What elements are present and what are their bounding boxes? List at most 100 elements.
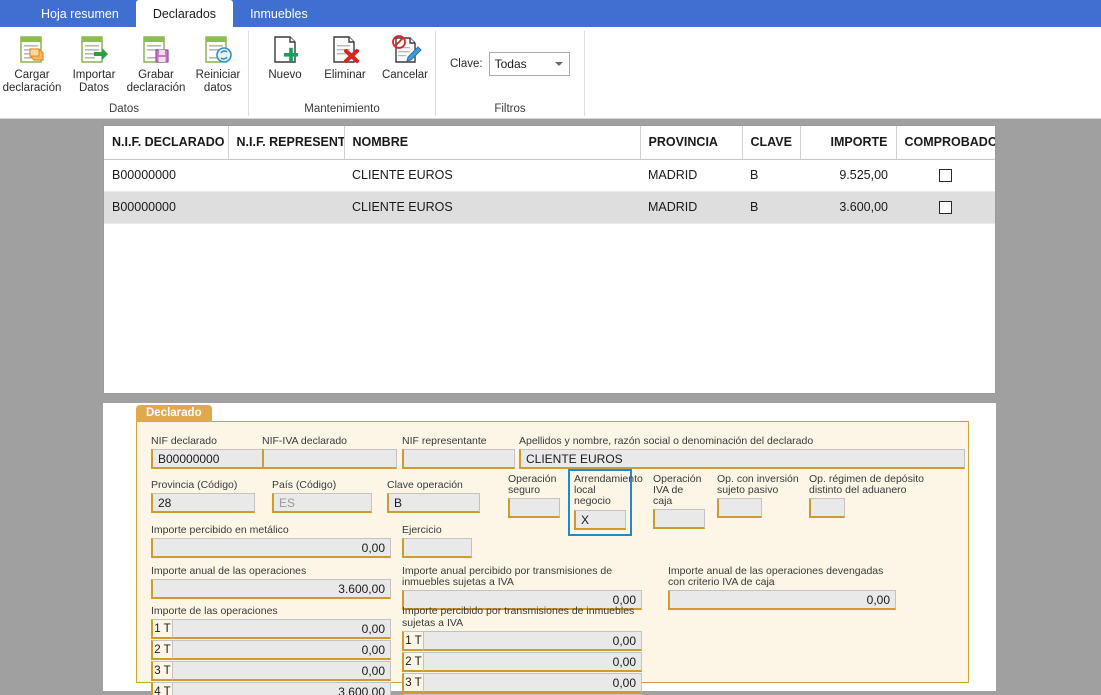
nuevo-label: Nuevo (268, 69, 302, 81)
cancelar-label: Cancelar (381, 69, 429, 81)
cargar-declaracion-button[interactable]: Cargar declaración (0, 31, 64, 95)
ribbon-toolbar: Cargar declaración Importar Datos Grabar… (0, 27, 1101, 119)
column-header-clave[interactable]: CLAVE (742, 126, 801, 160)
operacion-seguro-label: Operación seguro (508, 473, 557, 496)
quarter-row[interactable]: 4 T 3.600,00 (151, 682, 391, 695)
tab-inmuebles[interactable]: Inmuebles (233, 0, 325, 27)
nif-representante-field[interactable]: NIF representante (402, 436, 515, 469)
apellidos-field[interactable]: Apellidos y nombre, razón social o denom… (519, 436, 965, 469)
pais-input[interactable]: ES (272, 493, 372, 513)
nif-representante-input[interactable] (402, 449, 515, 469)
clave-filter-select[interactable]: Todas (488, 51, 570, 76)
ribbon-group-mantenimiento-title: Mantenimiento (304, 103, 380, 115)
cancelar-button[interactable]: Cancelar (375, 31, 435, 82)
apellidos-label: Apellidos y nombre, razón social o denom… (519, 435, 814, 447)
quarter-input[interactable]: 3.600,00 (173, 682, 391, 695)
ribbon-group-datos-title: Datos (108, 103, 140, 115)
new-document-icon (268, 33, 302, 67)
column-header-importe[interactable]: IMPORTE (800, 126, 897, 160)
quarter-row[interactable]: 3 T 0,00 (402, 673, 642, 693)
tab-label: Inmuebles (250, 6, 308, 21)
clave-operacion-field[interactable]: Clave operación B (387, 480, 480, 513)
cargar-declaracion-label: Cargar declaración (2, 69, 62, 94)
comprobado-checkbox[interactable] (939, 201, 952, 215)
operacion-iva-caja-label: Operación IVA de caja (653, 473, 702, 507)
apellidos-input[interactable]: CLIENTE EUROS (519, 449, 965, 469)
ejercicio-input[interactable] (402, 538, 472, 558)
cell-clave: B (742, 159, 800, 192)
column-header-comprobado[interactable]: COMPROBADO (896, 126, 995, 160)
nif-iva-declarado-field[interactable]: NIF-IVA declarado (262, 436, 397, 469)
nif-iva-declarado-label: NIF-IVA declarado (262, 435, 348, 447)
cell-importe: 3.600,00 (800, 191, 896, 224)
op-inversion-sujeto-pasivo-field[interactable]: Op. con inversión sujeto pasivo (717, 474, 803, 518)
importe-anual-operaciones-field[interactable]: Importe anual de las operaciones 3.600,0… (151, 566, 391, 599)
quarter-input[interactable]: 0,00 (173, 661, 391, 681)
quarter-input[interactable]: 0,00 (424, 673, 642, 693)
quarter-row[interactable]: 3 T 0,00 (151, 661, 391, 681)
importe-metalico-input[interactable]: 0,00 (151, 538, 391, 558)
operacion-seguro-input[interactable] (508, 498, 560, 518)
quarter-row[interactable]: 1 T 0,00 (151, 619, 391, 639)
quarter-input[interactable]: 0,00 (424, 652, 642, 672)
nuevo-button[interactable]: Nuevo (255, 31, 315, 82)
op-regimen-deposito-input[interactable] (809, 498, 845, 518)
nif-iva-declarado-input[interactable] (262, 449, 397, 469)
importar-datos-button[interactable]: Importar Datos (64, 31, 124, 95)
importe-metalico-field[interactable]: Importe percibido en metálico 0,00 (151, 525, 391, 558)
column-header-nif-declarado[interactable]: N.I.F. DECLARADO (104, 126, 229, 160)
pais-field[interactable]: País (Código) ES (272, 480, 372, 513)
delete-document-icon (328, 33, 362, 67)
importe-transmisiones-group: Importe percibido por transmisiones de i… (402, 605, 642, 695)
importe-anual-operaciones-input[interactable]: 3.600,00 (151, 579, 391, 599)
comprobado-checkbox[interactable] (939, 169, 952, 183)
clave-operacion-input[interactable]: B (387, 493, 480, 513)
tab-declarados[interactable]: Declarados (135, 0, 234, 27)
quarter-row[interactable]: 1 T 0,00 (402, 631, 642, 651)
importar-datos-label: Importar Datos (72, 69, 116, 94)
quarter-input[interactable]: 0,00 (173, 640, 391, 660)
op-inversion-sujeto-pasivo-input[interactable] (717, 498, 762, 518)
nif-declarado-label: NIF declarado (151, 435, 217, 447)
provincia-label: Provincia (Código) (151, 479, 238, 491)
chevron-down-icon (555, 61, 563, 66)
column-header-nombre[interactable]: NOMBRE (344, 126, 641, 160)
workspace: N.I.F. DECLARADO N.I.F. REPRESENTA... NO… (0, 119, 1101, 695)
clave-filter-value: Todas (494, 56, 527, 71)
importe-anual-criterio-caja-input[interactable]: 0,00 (668, 590, 896, 610)
grabar-declaracion-button[interactable]: Grabar declaración (124, 31, 188, 95)
column-header-provincia[interactable]: PROVINCIA (640, 126, 743, 160)
nif-declarado-field[interactable]: NIF declarado B00000000 (151, 436, 263, 469)
reiniciar-datos-button[interactable]: Reiniciar datos (188, 31, 248, 95)
cell-nif-declarado: B00000000 (104, 191, 228, 224)
ribbon-group-filtros-title: Filtros (494, 103, 526, 115)
arrendamiento-local-negocio-field[interactable]: Arrendamiento local negocio X (568, 469, 643, 536)
quarter-row[interactable]: 2 T 0,00 (402, 652, 642, 672)
ejercicio-field[interactable]: Ejercicio (402, 525, 472, 558)
detail-card: Declarado NIF declarado B00000000 NIF-IV… (103, 403, 996, 695)
provincia-field[interactable]: Provincia (Código) 28 (151, 480, 255, 513)
column-header-nif-representante[interactable]: N.I.F. REPRESENTA... (228, 126, 345, 160)
nif-representante-label: NIF representante (402, 435, 487, 447)
operacion-seguro-field[interactable]: Operación seguro (508, 474, 560, 518)
cell-provincia: MADRID (640, 159, 742, 192)
declarados-grid[interactable]: N.I.F. DECLARADO N.I.F. REPRESENTA... NO… (104, 126, 995, 224)
operacion-iva-caja-input[interactable] (653, 509, 705, 529)
clave-filter-label: Clave: (450, 57, 483, 70)
op-regimen-deposito-field[interactable]: Op. régimen de depósito distinto del adu… (809, 474, 934, 518)
quarter-input[interactable]: 0,00 (424, 631, 642, 651)
table-row[interactable]: B00000000 CLIENTE EUROS MADRID B 3.600,0… (104, 191, 995, 224)
tab-hoja-resumen[interactable]: Hoja resumen (24, 0, 136, 27)
quarter-row[interactable]: 2 T 0,00 (151, 640, 391, 660)
quarter-input[interactable]: 0,00 (173, 619, 391, 639)
importe-anual-criterio-caja-field[interactable]: Importe anual de las operaciones devenga… (668, 566, 896, 610)
table-row[interactable]: B00000000 CLIENTE EUROS MADRID B 9.525,0… (104, 159, 995, 192)
arrendamiento-local-negocio-input[interactable]: X (574, 510, 626, 530)
application-window: Hoja resumen Declarados Inmuebles Cargar… (0, 0, 1101, 695)
ribbon-group-mantenimiento: Nuevo Eliminar Cancelar Mantenimiento (249, 27, 435, 118)
eliminar-button[interactable]: Eliminar (315, 31, 375, 82)
operacion-iva-caja-field[interactable]: Operación IVA de caja (653, 474, 705, 529)
nif-declarado-input[interactable]: B00000000 (151, 449, 263, 469)
provincia-input[interactable]: 28 (151, 493, 255, 513)
importe-anual-transmisiones-field[interactable]: Importe anual percibido por transmisione… (402, 566, 642, 610)
